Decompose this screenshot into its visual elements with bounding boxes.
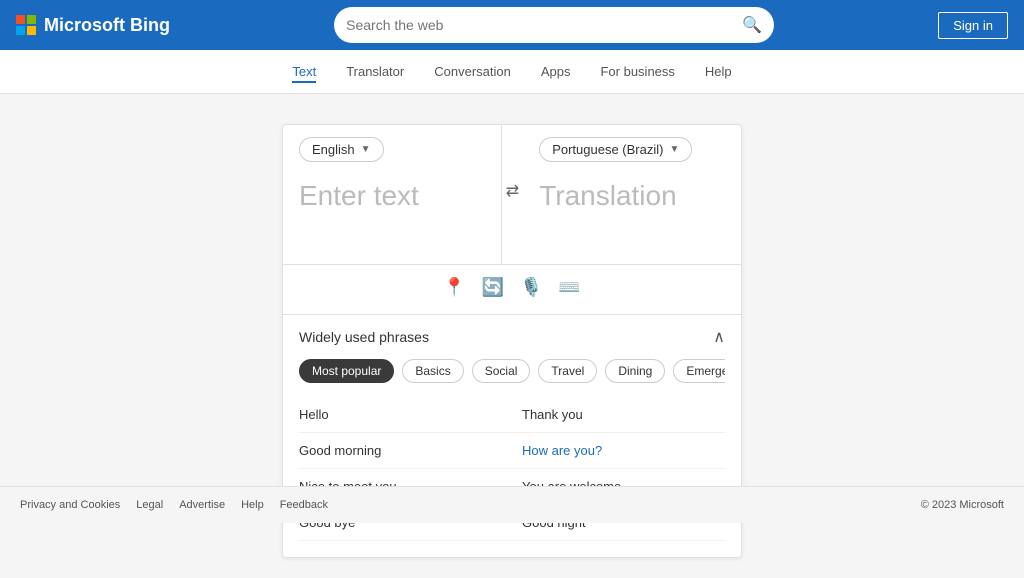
footer-link-legal[interactable]: Legal (136, 499, 163, 511)
source-lang-label: English (312, 142, 355, 157)
nav-item-help[interactable]: Help (705, 60, 732, 83)
bing-logo-icon (16, 15, 36, 35)
header-signin: Sign in (938, 12, 1008, 39)
copy-icon-button[interactable]: 🔄 (478, 275, 508, 300)
nav-item-translator[interactable]: Translator (346, 60, 404, 83)
header: Microsoft Bing 🔍 Sign in (0, 0, 1024, 50)
tag-emergency[interactable]: Emergency (673, 359, 725, 383)
phrases-tags: Most popular Basics Social Travel Dining… (299, 359, 725, 383)
footer-link-help[interactable]: Help (241, 499, 264, 511)
nav: Text Translator Conversation Apps For bu… (0, 50, 1024, 94)
signin-button[interactable]: Sign in (938, 12, 1008, 39)
icons-row: 📍 🔄 🎙️ ⌨️ (283, 265, 741, 314)
footer-copyright: © 2023 Microsoft (921, 499, 1004, 511)
search-bar: 🔍 (334, 7, 774, 43)
phrases-title: Widely used phrases (299, 329, 429, 345)
phrase-item[interactable]: Hello (299, 397, 512, 433)
footer-link-advertise[interactable]: Advertise (179, 499, 225, 511)
footer: Privacy and Cookies Legal Advertise Help… (0, 486, 1024, 523)
microphone-icon-button[interactable]: 🎙️ (516, 275, 546, 300)
search-bar-container: 🔍 (170, 7, 938, 43)
translation-area: English ▼ Enter text ⇄ Portuguese (Brazi… (283, 125, 741, 265)
tag-dining[interactable]: Dining (605, 359, 665, 383)
nav-item-apps[interactable]: Apps (541, 60, 571, 83)
source-lang-chevron-icon: ▼ (361, 144, 371, 155)
target-panel: Portuguese (Brazil) ▼ Translation (523, 125, 741, 264)
translation-placeholder: Translation (539, 172, 725, 252)
phrase-item[interactable]: Thank you (512, 397, 725, 433)
pin-icon-button[interactable]: 📍 (439, 275, 469, 300)
enter-text-placeholder[interactable]: Enter text (299, 172, 485, 252)
phrase-item[interactable]: Good morning (299, 433, 512, 469)
tag-basics[interactable]: Basics (402, 359, 463, 383)
phrases-header: Widely used phrases ∧ (299, 327, 725, 347)
target-lang-selector[interactable]: Portuguese (Brazil) ▼ (539, 137, 692, 162)
footer-links: Privacy and Cookies Legal Advertise Help… (20, 499, 328, 511)
phrase-item[interactable]: How are you? (512, 433, 725, 469)
search-input[interactable] (346, 17, 734, 33)
search-icon[interactable]: 🔍 (742, 15, 762, 35)
footer-link-feedback[interactable]: Feedback (280, 499, 328, 511)
swap-area: ⇄ (502, 125, 523, 264)
nav-item-text[interactable]: Text (292, 60, 316, 83)
swap-button[interactable]: ⇄ (502, 177, 523, 205)
nav-item-for-business[interactable]: For business (600, 60, 674, 83)
tag-most-popular[interactable]: Most popular (299, 359, 394, 383)
tag-travel[interactable]: Travel (538, 359, 597, 383)
footer-link-privacy[interactable]: Privacy and Cookies (20, 499, 120, 511)
source-lang-selector[interactable]: English ▼ (299, 137, 384, 162)
target-lang-chevron-icon: ▼ (669, 144, 679, 155)
keyboard-icon-button[interactable]: ⌨️ (554, 275, 584, 300)
phrases-collapse-button[interactable]: ∧ (713, 327, 725, 347)
nav-item-conversation[interactable]: Conversation (434, 60, 511, 83)
target-lang-label: Portuguese (Brazil) (552, 142, 663, 157)
logo: Microsoft Bing (16, 15, 170, 36)
source-panel: English ▼ Enter text (283, 125, 502, 264)
tag-social[interactable]: Social (472, 359, 531, 383)
logo-text: Microsoft Bing (44, 15, 170, 36)
